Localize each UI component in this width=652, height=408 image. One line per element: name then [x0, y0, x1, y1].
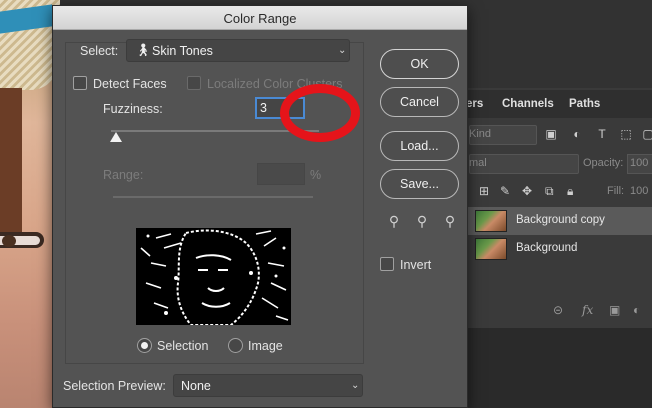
range-slider-track[interactable] [113, 196, 313, 198]
eyedropper-add-icon[interactable]: ⚲ [413, 213, 431, 233]
add-mask-icon[interactable]: ▣ [609, 303, 620, 317]
range-unit: % [310, 168, 322, 182]
layer-name: Background [516, 242, 578, 254]
dialog-title: Color Range [223, 11, 297, 26]
layer-filter-text: Kind [469, 128, 492, 140]
selection-radio-label: Selection [157, 339, 209, 353]
fx-icon[interactable]: fx [582, 303, 593, 317]
fill-label: Fill: [607, 185, 625, 197]
color-range-dialog: Color Range Select: 🚶︎ Skin Tones ⌄ Dete… [52, 5, 468, 408]
localized-clusters-checkbox[interactable] [187, 76, 201, 90]
select-value: Skin Tones [152, 44, 213, 58]
detect-faces-label: Detect Faces [93, 77, 167, 91]
layer-thumbnail [475, 210, 507, 232]
selection-preview-value: None [181, 379, 211, 393]
type-filter-icon[interactable]: T [596, 128, 608, 140]
fill-value[interactable]: 100 [630, 185, 648, 197]
lock-position-icon[interactable]: ✥ [522, 184, 532, 198]
detect-faces-checkbox[interactable] [73, 76, 87, 90]
opacity-value: 100 [630, 157, 649, 169]
image-radio-label: Image [248, 339, 283, 353]
screen: ers Channels Paths Kind ▣ ◐ T ⬚ ▢ mal Op… [0, 0, 652, 408]
image-radio[interactable] [228, 338, 243, 353]
selection-preview-label: Selection Preview: [63, 379, 166, 393]
lock-image-icon[interactable]: ✎ [500, 184, 510, 198]
chevron-down-icon: ⌄ [351, 380, 360, 391]
ok-button[interactable]: OK [380, 49, 459, 79]
fuzziness-value: 3 [260, 101, 267, 115]
smart-filter-icon[interactable]: ▢ [642, 128, 652, 140]
eyedropper-icon[interactable]: ⚲ [385, 213, 403, 233]
annotation-circle [280, 84, 360, 142]
load-button[interactable]: Load... [380, 131, 459, 161]
cancel-button[interactable]: Cancel [380, 87, 459, 117]
dialog-titlebar[interactable]: Color Range [53, 6, 467, 30]
mask-preview-graphic [136, 228, 291, 325]
layer-name: Background copy [516, 214, 605, 226]
selection-radio[interactable] [137, 338, 152, 353]
blend-mode-text: mal [469, 157, 487, 169]
invert-checkbox[interactable] [380, 257, 394, 271]
opacity-label: Opacity: [583, 157, 624, 169]
lock-artboard-icon[interactable]: ⧉ [545, 184, 554, 199]
adjustment-filter-icon[interactable]: ◐ [571, 128, 583, 140]
chevron-down-icon: ⌄ [338, 45, 347, 56]
range-label: Range: [103, 168, 144, 182]
panel-tabs: ers Channels Paths [466, 90, 652, 118]
lock-transparent-icon[interactable]: ⊞ [479, 184, 489, 198]
panel-bottom-area [466, 328, 652, 408]
eyedropper-subtract-icon[interactable]: ⚲ [441, 213, 459, 233]
selection-preview-image [136, 228, 291, 325]
fuzziness-slider-thumb[interactable] [110, 132, 122, 142]
lock-all-icon[interactable]: 🔒︎ [567, 184, 573, 199]
tab-channels[interactable]: Channels [502, 98, 554, 110]
tab-layers[interactable]: ers [466, 98, 483, 110]
adjustment-layer-icon[interactable]: ◐ [633, 303, 640, 317]
range-input[interactable] [257, 163, 305, 185]
link-layers-icon[interactable]: ⊝ [553, 303, 563, 317]
person-icon: 🚶︎ [135, 43, 151, 57]
save-button[interactable]: Save... [380, 169, 459, 199]
layer-thumbnail [475, 238, 507, 260]
invert-label: Invert [400, 258, 432, 272]
photo-hair [0, 88, 22, 248]
select-label: Select: [80, 44, 119, 58]
photo-eye-iris [2, 235, 16, 247]
fuzziness-label: Fuzziness: [103, 102, 163, 116]
shape-filter-icon[interactable]: ⬚ [620, 128, 632, 140]
tab-paths[interactable]: Paths [569, 98, 600, 110]
image-filter-icon[interactable]: ▣ [545, 128, 557, 140]
